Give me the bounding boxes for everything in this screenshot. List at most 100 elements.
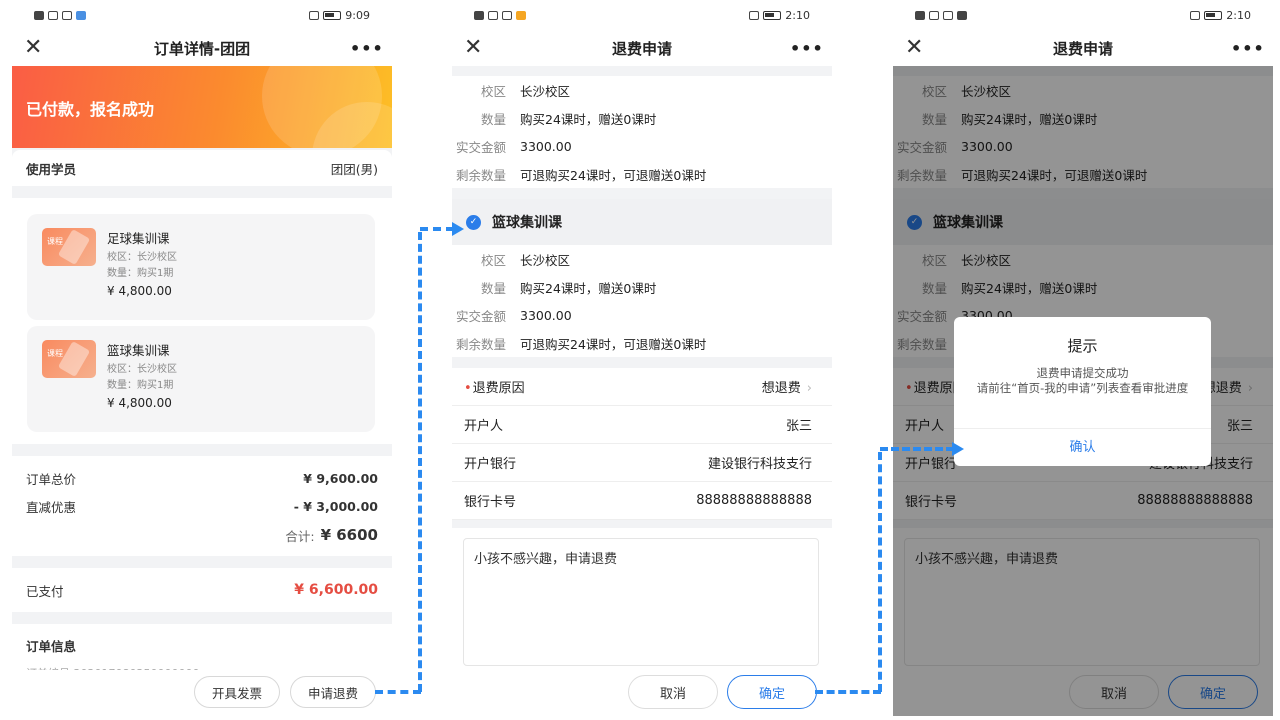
campus-value: 长沙校区	[520, 83, 571, 99]
close-icon[interactable]: ✕	[24, 37, 54, 59]
flow-connector	[880, 447, 954, 451]
close-icon[interactable]: ✕	[905, 37, 935, 59]
course-name: 足球集训课	[107, 231, 170, 246]
app-icon	[76, 10, 86, 20]
discount-value: - ¥ 3,000.00	[293, 498, 378, 514]
course-quantity: 数量：购买1期	[107, 268, 174, 279]
refund-reason-field[interactable]: •退费原因 想退费 ›	[452, 368, 832, 406]
remark-input[interactable]: 小孩不感兴趣，申请退费	[463, 538, 819, 666]
course-thumbnail: 课程	[42, 340, 96, 378]
refund-form: •退费原因 想退费› 开户人 张三 开户银行 建设银行科技支行 银行卡号 888…	[452, 368, 832, 520]
alarm-icon	[749, 10, 760, 20]
status-icon	[474, 10, 484, 20]
page-title: 订单详情-团团	[153, 39, 251, 58]
quantity-value: 购买24课时，赠送0课时	[520, 111, 657, 127]
quantity-label: 数量	[480, 111, 506, 127]
bottom-action-bar: 开具发票 申请退费	[12, 670, 392, 716]
dialog-message-line1: 退费申请提交成功	[1036, 366, 1129, 380]
flow-arrow-icon	[952, 442, 964, 456]
campus-label: 校区	[480, 252, 506, 268]
course-card[interactable]: 课程 足球集训课 校区：长沙校区 数量：购买1期 ¥ 4,800.00	[27, 214, 375, 320]
flow-connector	[815, 690, 881, 694]
total-label: 订单总价	[26, 471, 77, 487]
reason-label: 退费原因	[472, 381, 525, 396]
check-icon[interactable]: ✓	[466, 214, 481, 230]
campus-value: 长沙校区	[520, 252, 571, 268]
reason-value: 想退费	[761, 381, 801, 396]
more-icon[interactable]: •••	[1231, 39, 1264, 58]
dialog-confirm-button[interactable]: 确认	[954, 429, 1211, 466]
signal-icon	[488, 10, 498, 20]
remaining-label: 剩余数量	[455, 336, 506, 352]
wifi-icon	[62, 10, 72, 20]
wifi-icon	[502, 10, 512, 20]
course-price: ¥ 4,800.00	[107, 284, 172, 298]
order-detail-screen: 9:09 ✕ 订单详情-团团 ••• 已付款，报名成功 使用学员 团团(男) 课…	[12, 0, 392, 716]
bank-field[interactable]: 开户银行 建设银行科技支行	[452, 444, 832, 482]
paid-amount-label: 实交金额	[455, 139, 506, 155]
payment-status-text: 已付款，报名成功	[26, 100, 155, 119]
card-number-field[interactable]: 银行卡号 88888888888888	[452, 482, 832, 520]
card-label: 银行卡号	[464, 495, 517, 510]
course-card[interactable]: 课程 篮球集训课 校区：长沙校区 数量：购买1期 ¥ 4,800.00	[27, 326, 375, 432]
battery-icon	[763, 10, 782, 20]
remark-section: 小孩不感兴趣，申请退费 取消 确定	[452, 528, 832, 716]
course-campus: 校区：长沙校区	[107, 364, 177, 375]
paid-amount-label: 实交金额	[455, 308, 506, 324]
discount-label: 直减优惠	[26, 499, 77, 515]
page-title: 退费申请	[611, 39, 672, 58]
course-thumbnail: 课程	[42, 228, 96, 266]
course-select-basketball[interactable]: ✓ 篮球集训课	[452, 199, 832, 245]
paid-row: 已支付 ¥ 6,600.00	[12, 568, 392, 612]
refund-success-screen: 2:10 ✕ 退费申请 ••• 校区 长沙校区 数量 购买24课时，赠送0课时 实交…	[893, 0, 1273, 716]
account-holder-field[interactable]: 开户人 张三	[452, 406, 832, 444]
flow-connector	[420, 227, 454, 231]
sum-value: ¥ 6600	[320, 526, 378, 544]
signal-icon	[48, 10, 58, 20]
success-dialog: 提示 退费申请提交成功 请前往“首页-我的申请”列表查看审批进度 确认	[954, 317, 1211, 466]
course-campus: 校区：长沙校区	[107, 252, 177, 263]
bank-label: 开户银行	[464, 457, 517, 472]
chevron-right-icon: ›	[806, 381, 812, 396]
flow-connector	[878, 452, 882, 692]
payment-status-banner: 已付款，报名成功	[12, 66, 392, 148]
holder-label: 开户人	[464, 419, 504, 434]
invoice-button[interactable]: 开具发票	[194, 676, 280, 708]
remaining-label: 剩余数量	[455, 167, 506, 183]
card-value: 88888888888888	[696, 493, 812, 508]
bank-value: 建设银行科技支行	[707, 457, 812, 472]
course-price: ¥ 4,800.00	[107, 396, 172, 410]
app-icon	[957, 10, 967, 20]
course-detail-1: 校区 长沙校区 数量 购买24课时，赠送0课时 实交金额 3300.00 剩余数量 可退…	[452, 76, 832, 188]
paid-amount-value: 3300.00	[520, 307, 572, 323]
more-icon[interactable]: •••	[350, 39, 383, 58]
course-name: 篮球集训课	[107, 343, 170, 358]
status-icon	[915, 10, 925, 20]
dialog-message-line2: 请前往“首页-我的申请”列表查看审批进度	[976, 381, 1189, 395]
refund-request-screen: 2:10 ✕ 退费申请 ••• 校区 长沙校区 数量 购买24课时，赠送0课时 实交…	[452, 0, 832, 716]
battery-icon	[323, 10, 342, 20]
course-quantity: 数量：购买1期	[107, 380, 174, 391]
quantity-label: 数量	[480, 280, 506, 296]
status-time: 2:10	[785, 8, 810, 22]
alarm-icon	[309, 10, 320, 20]
student-label: 使用学员	[26, 161, 77, 177]
remaining-value: 可退购买24课时，可退赠送0课时	[520, 167, 707, 183]
confirm-button[interactable]: 确定	[727, 675, 817, 709]
close-icon[interactable]: ✕	[464, 37, 494, 59]
signal-icon	[929, 10, 939, 20]
remaining-value: 可退购买24课时，可退赠送0课时	[520, 336, 707, 352]
battery-icon	[1204, 10, 1223, 20]
wifi-icon	[943, 10, 953, 20]
total-value: ¥ 9,600.00	[303, 470, 378, 486]
course-detail-2: 校区长沙校区 数量购买24课时，赠送0课时 实交金额 3300.00 剩余数量可退…	[452, 245, 832, 357]
campus-label: 校区	[480, 83, 506, 99]
status-time: 9:09	[345, 8, 370, 22]
refund-button[interactable]: 申请退费	[290, 676, 376, 708]
more-icon[interactable]: •••	[790, 39, 823, 58]
alarm-icon	[1190, 10, 1201, 20]
cancel-button[interactable]: 取消	[628, 675, 718, 709]
status-bar: 9:09	[12, 0, 392, 30]
paid-label: 已支付	[26, 583, 64, 599]
status-bar: 2:10	[893, 0, 1273, 30]
